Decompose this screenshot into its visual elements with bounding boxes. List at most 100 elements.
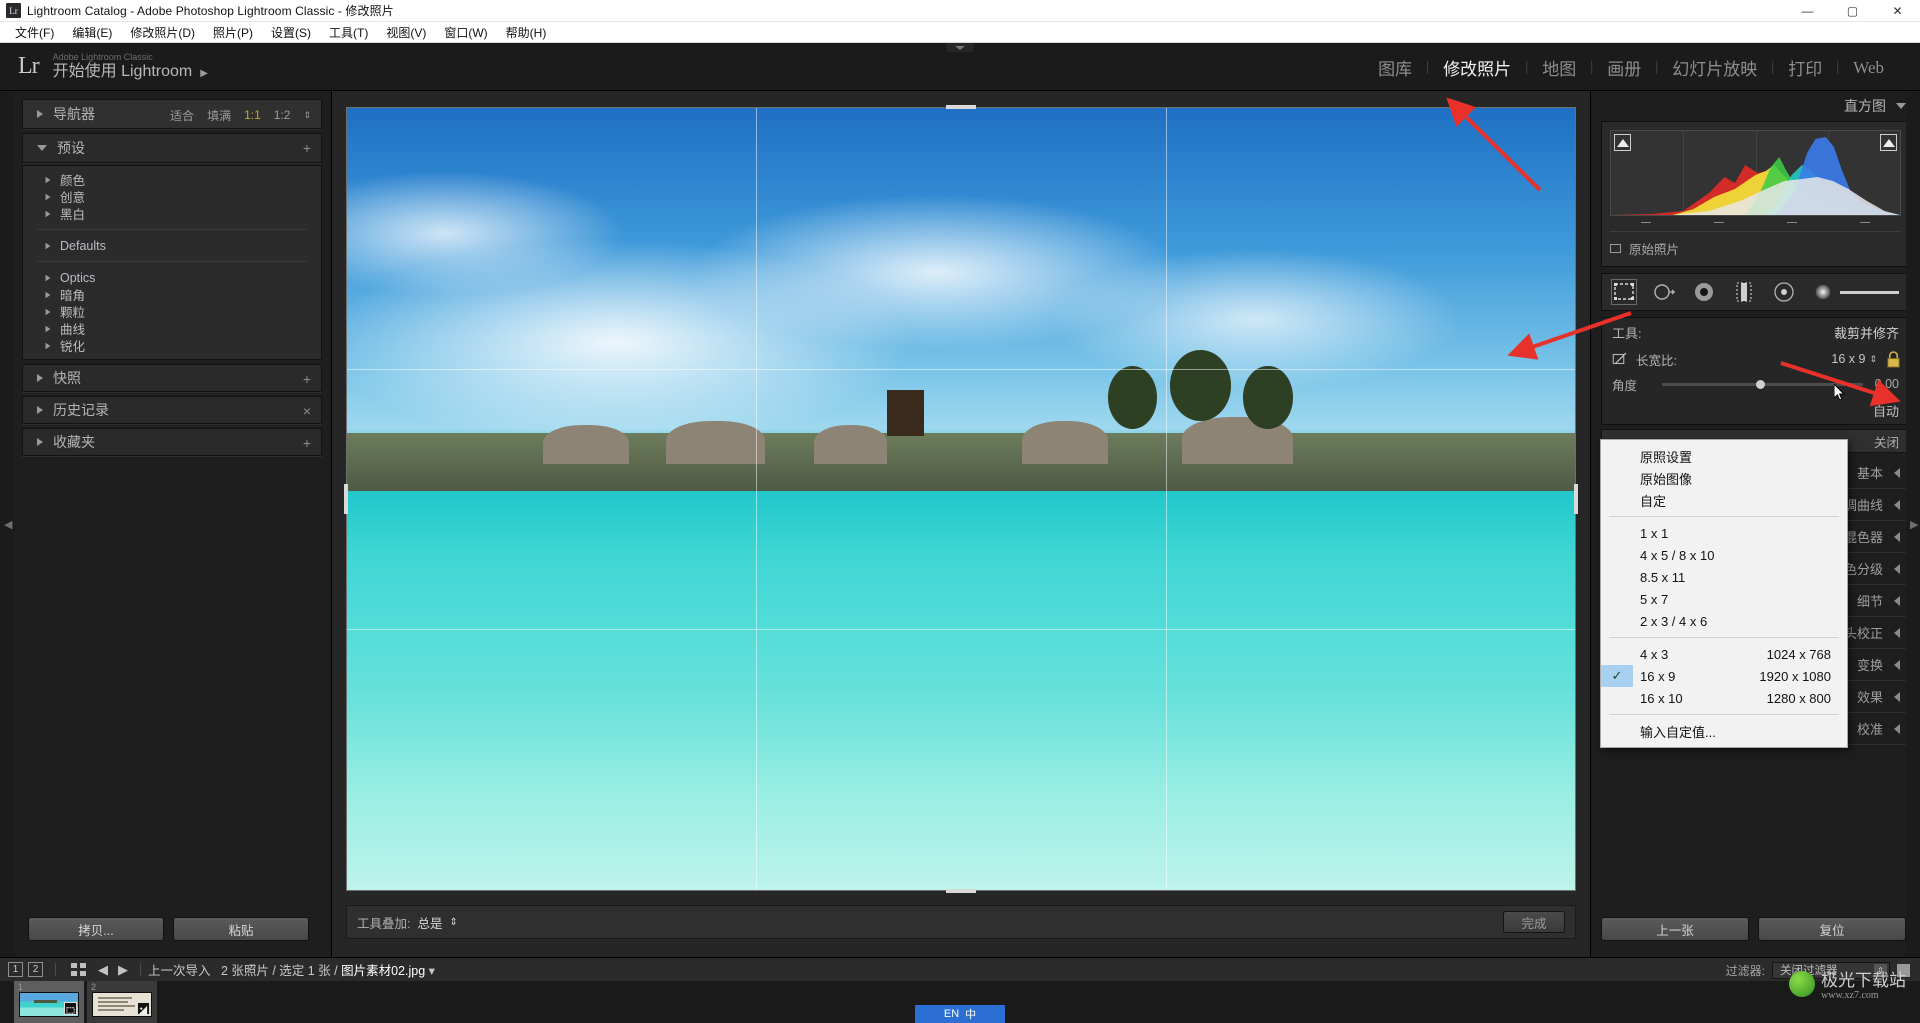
menu-window[interactable]: 窗口(W) [435, 22, 496, 43]
snapshots-header[interactable]: 快照 + [22, 364, 322, 392]
preset-group-defaults[interactable]: Defaults [23, 237, 321, 254]
aspect-ratio-value[interactable]: 16 x 9 [1831, 352, 1865, 366]
breadcrumb-source[interactable]: 上一次导入 [148, 964, 211, 978]
menu-item-4x3[interactable]: 4 x 3 1024 x 768 [1601, 643, 1847, 665]
menu-item-85x11[interactable]: 8.5 x 11 [1601, 566, 1847, 588]
crop-canvas[interactable] [344, 105, 1578, 893]
angle-row[interactable]: 角度 0.00 [1602, 372, 1909, 396]
module-book[interactable]: 画册 [1593, 55, 1655, 80]
module-map[interactable]: 地图 [1528, 55, 1590, 80]
auto-label[interactable]: 自动 [1873, 401, 1899, 420]
masking-tool-icon[interactable] [1732, 280, 1756, 304]
collections-add-icon[interactable]: + [303, 436, 311, 450]
menu-item-1x1[interactable]: 1 x 1 [1601, 522, 1847, 544]
preset-group-curve[interactable]: 曲线 [23, 320, 321, 337]
preset-group-sharpening[interactable]: 锐化 [23, 337, 321, 354]
navigator-header[interactable]: 导航器 适合 填满 1:1 1:2 ⇕ [22, 99, 322, 129]
copy-button[interactable]: 拷贝... [28, 917, 164, 941]
right-panel-collapse-handle[interactable]: ▶ [1906, 91, 1920, 957]
done-button[interactable]: 完成 [1503, 911, 1565, 933]
crop-frame[interactable] [344, 105, 1578, 893]
original-photo-checkbox[interactable] [1610, 244, 1621, 253]
maximize-button[interactable]: ▢ [1830, 0, 1875, 22]
previous-button[interactable]: 上一张 [1601, 917, 1749, 941]
left-panel-collapse-handle[interactable]: ◀ [0, 91, 14, 957]
lock-icon[interactable] [1886, 350, 1901, 368]
top-panel-toggle[interactable] [947, 43, 973, 52]
menu-edit[interactable]: 编辑(E) [63, 22, 121, 43]
menu-item-custom[interactable]: 自定 [1601, 489, 1847, 511]
highlight-clipping-icon[interactable] [1880, 134, 1897, 151]
history-clear-icon[interactable]: × [303, 404, 311, 418]
snapshots-add-icon[interactable]: + [303, 372, 311, 386]
menu-view[interactable]: 视图(V) [377, 22, 435, 43]
back-arrow-icon[interactable]: ◀ [98, 962, 108, 978]
radial-filter-tool-icon[interactable] [1772, 280, 1796, 304]
preset-group-grain[interactable]: 颗粒 [23, 303, 321, 320]
menu-item-16x10[interactable]: 16 x 10 1280 x 800 [1601, 687, 1847, 709]
shadow-clipping-icon[interactable] [1614, 134, 1631, 151]
menu-photo[interactable]: 照片(P) [204, 22, 262, 43]
preset-group-color[interactable]: 颜色 [23, 171, 321, 188]
histogram-header[interactable]: 直方图 [1591, 91, 1920, 121]
tool-overlay-value[interactable]: 总是 [417, 913, 442, 932]
module-library[interactable]: 图库 [1364, 55, 1426, 80]
menu-help[interactable]: 帮助(H) [497, 22, 556, 43]
auto-row[interactable]: 自动 [1602, 396, 1909, 424]
amount-slider-track[interactable] [1840, 290, 1899, 294]
paste-button[interactable]: 粘贴 [173, 917, 309, 941]
menu-item-16x9[interactable]: ✓ 16 x 9 1920 x 1080 [1601, 665, 1847, 687]
menu-item-4x5[interactable]: 4 x 5 / 8 x 10 [1601, 544, 1847, 566]
menu-tools[interactable]: 工具(T) [320, 22, 377, 43]
spot-removal-tool-icon[interactable] [1652, 280, 1676, 304]
breadcrumb-filename[interactable]: 图片素材02.jpg [341, 964, 425, 978]
filmstrip-thumb-1[interactable]: 1 [14, 981, 84, 1023]
original-photo-row[interactable]: 原始照片 [1610, 231, 1901, 258]
module-print[interactable]: 打印 [1774, 55, 1836, 80]
angle-slider-knob[interactable] [1755, 380, 1765, 389]
identity-plate[interactable]: Adobe Lightroom Classic 开始使用 Lightroom ▶ [53, 52, 208, 80]
history-header[interactable]: 历史记录 × [22, 396, 322, 424]
aspect-ratio-stepper-icon[interactable]: ⇕ [1869, 354, 1877, 365]
identity-disclosure-icon[interactable]: ▶ [200, 68, 208, 79]
ime-indicator[interactable]: EN 中 [915, 1005, 1005, 1023]
menu-item-2x3[interactable]: 2 x 3 / 4 x 6 [1601, 610, 1847, 632]
tool-overlay-stepper-icon[interactable]: ⇕ [450, 917, 458, 928]
menu-item-5x7[interactable]: 5 x 7 [1601, 588, 1847, 610]
red-eye-tool-icon[interactable] [1692, 280, 1716, 304]
menu-item-original-settings[interactable]: 原照设置 [1601, 445, 1847, 467]
menu-item-original-image[interactable]: 原始图像 [1601, 467, 1847, 489]
menu-develop[interactable]: 修改照片(D) [121, 22, 204, 43]
menu-file[interactable]: 文件(F) [6, 22, 63, 43]
collections-header[interactable]: 收藏夹 + [22, 428, 322, 456]
aspect-ratio-row[interactable]: 长宽比: 16 x 9 ⇕ [1602, 346, 1909, 372]
navigator-zoom-1-2[interactable]: 1:2 [274, 108, 291, 122]
crop-tool-icon[interactable] [1611, 279, 1637, 305]
brush-amount-control[interactable] [1812, 281, 1899, 303]
grid-view-icon[interactable] [71, 963, 86, 976]
forward-arrow-icon[interactable]: ▶ [118, 962, 128, 978]
navigator-fill[interactable]: 填满 [207, 107, 231, 124]
crop-handle-right[interactable] [1574, 484, 1578, 514]
menu-item-enter-custom[interactable]: 输入自定值... [1601, 720, 1847, 742]
navigator-zoom-stepper-icon[interactable]: ⇕ [303, 110, 311, 121]
presets-add-icon[interactable]: + [303, 141, 311, 155]
minimize-button[interactable]: — [1785, 0, 1830, 22]
crop-handle-top[interactable] [946, 105, 976, 109]
menu-settings[interactable]: 设置(S) [262, 22, 320, 43]
preset-group-creative[interactable]: 创意 [23, 188, 321, 205]
close-button[interactable]: ✕ [1875, 0, 1920, 22]
reset-button[interactable]: 复位 [1758, 917, 1906, 941]
preset-group-vignette[interactable]: 暗角 [23, 286, 321, 303]
module-slideshow[interactable]: 幻灯片放映 [1658, 55, 1771, 80]
navigator-fit[interactable]: 适合 [170, 107, 194, 124]
filmstrip-thumb-2[interactable]: 2 [87, 981, 157, 1023]
module-web[interactable]: Web [1839, 58, 1898, 78]
preset-group-bw[interactable]: 黑白 [23, 205, 321, 222]
presets-header[interactable]: 预设 + [22, 133, 322, 163]
preset-group-optics[interactable]: Optics [23, 269, 321, 286]
breadcrumb-caret-icon[interactable]: ▾ [429, 964, 435, 978]
module-develop[interactable]: 修改照片 [1429, 55, 1525, 80]
crop-handle-left[interactable] [344, 484, 348, 514]
navigator-zoom-1-1[interactable]: 1:1 [244, 108, 261, 122]
